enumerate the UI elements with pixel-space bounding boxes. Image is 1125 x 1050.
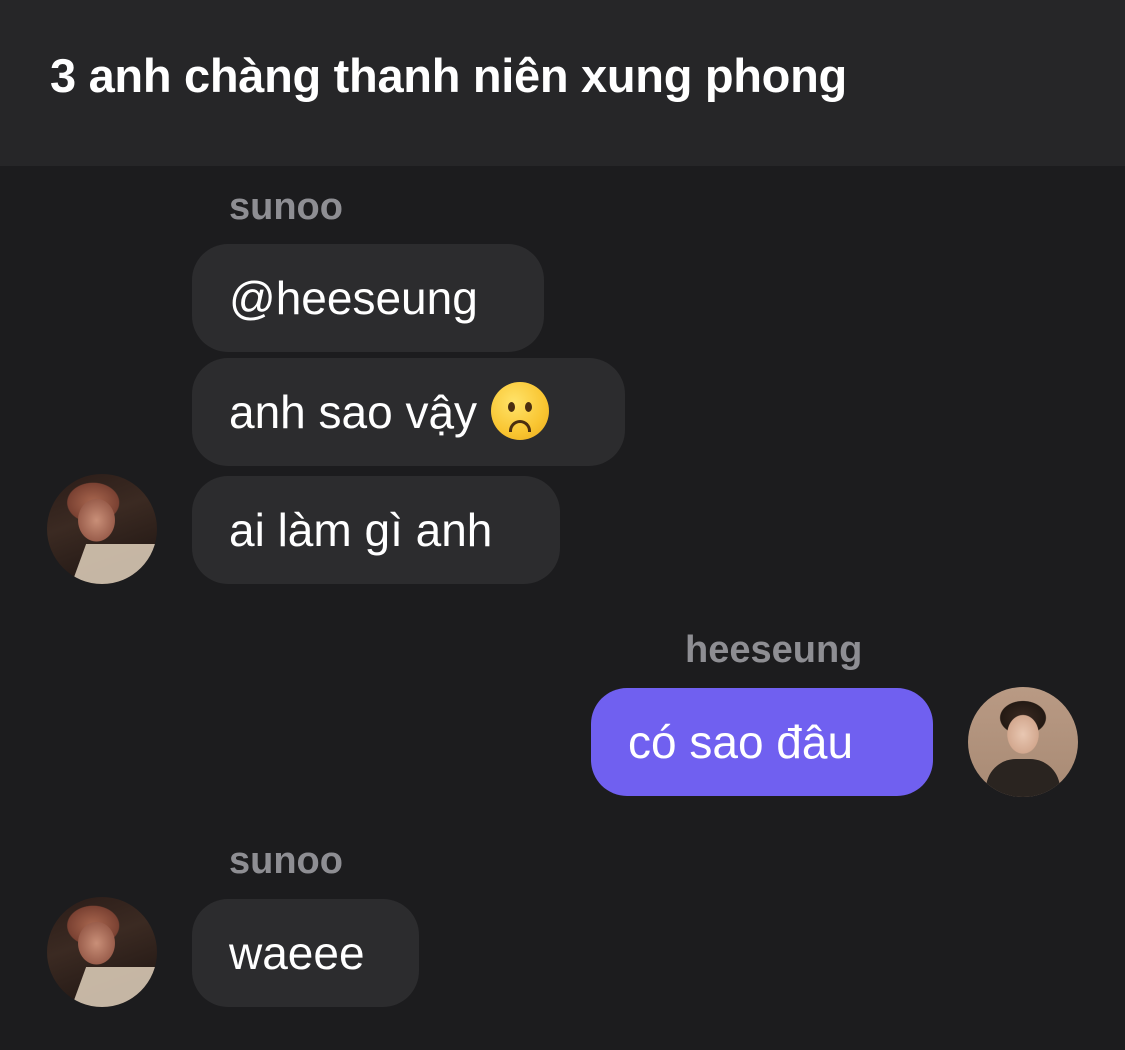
chat-title[interactable]: 3 anh chàng thanh niên xung phong xyxy=(50,48,847,103)
avatar-sunoo[interactable] xyxy=(47,897,157,1007)
message-bubble[interactable]: anh sao vậy xyxy=(192,358,625,466)
sender-name: heeseung xyxy=(685,629,863,671)
message-text: @heeseung xyxy=(229,272,478,324)
avatar-heeseung[interactable] xyxy=(968,687,1078,797)
frowning-face-icon xyxy=(491,382,550,440)
message-text: có sao đâu xyxy=(628,716,854,768)
message-text: waeee xyxy=(229,927,365,979)
message-text: anh sao vậy xyxy=(229,386,478,438)
chat-header: 3 anh chàng thanh niên xung phong xyxy=(0,0,1125,166)
message-bubble[interactable]: ai làm gì anh xyxy=(192,476,560,584)
message-text: ai làm gì anh xyxy=(229,504,493,556)
message-bubble[interactable]: waeee xyxy=(192,899,419,1007)
sender-name: sunoo xyxy=(229,186,343,228)
message-list[interactable]: sunoo @heeseung anh sao vậy ai làm gì an… xyxy=(0,166,1125,1050)
message-bubble-outgoing[interactable]: có sao đâu xyxy=(591,688,933,796)
avatar-sunoo[interactable] xyxy=(47,474,157,584)
message-bubble[interactable]: @heeseung xyxy=(192,244,544,352)
sender-name: sunoo xyxy=(229,840,343,882)
